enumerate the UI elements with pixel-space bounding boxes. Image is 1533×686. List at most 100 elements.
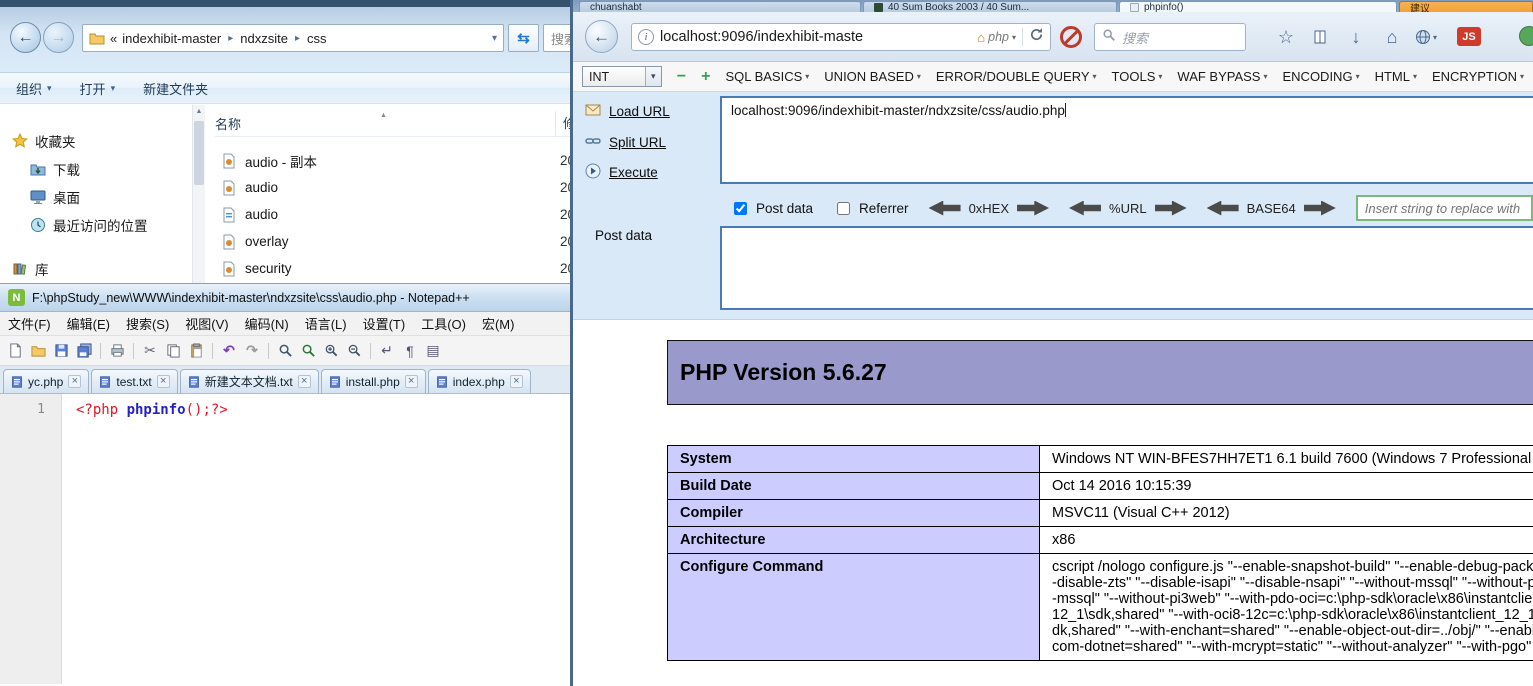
hex-encode-control[interactable]: 0xHEX xyxy=(929,201,1049,216)
code-editor[interactable]: 1 <?php phpinfo();?> xyxy=(0,394,570,684)
cut-icon[interactable]: ✂ xyxy=(140,341,160,361)
print-icon[interactable] xyxy=(107,341,127,361)
file-row[interactable]: overlay 20 xyxy=(215,228,570,255)
file-row[interactable]: audio 20 xyxy=(215,201,570,228)
bookmark-star-icon[interactable]: ☆ xyxy=(1273,25,1299,49)
nav-item-libraries[interactable]: 库 xyxy=(0,255,192,283)
content-block-icon[interactable] xyxy=(1060,26,1082,48)
undo-icon[interactable]: ↶ xyxy=(219,341,239,361)
open-file-icon[interactable] xyxy=(28,341,48,361)
zoom-out-icon[interactable] xyxy=(344,341,364,361)
menu-language[interactable]: 语言(L) xyxy=(297,314,355,333)
menu-file[interactable]: 文件(F) xyxy=(0,314,59,333)
address-bar[interactable]: « indexhibit-master ▸ ndxzsite ▸ css ▾ xyxy=(82,24,504,52)
reload-icon[interactable] xyxy=(1029,27,1044,47)
menu-tools[interactable]: 工具(O) xyxy=(413,314,474,333)
scrollbar-up-icon[interactable]: ▲ xyxy=(193,105,205,119)
file-row[interactable]: security 20 xyxy=(215,255,570,282)
url-encode-control[interactable]: %URL xyxy=(1069,201,1187,216)
paste-icon[interactable] xyxy=(186,341,206,361)
editor-tab[interactable]: install.php × xyxy=(321,369,426,393)
increment-icon[interactable]: + xyxy=(701,69,710,85)
nav-pane-scrollbar[interactable]: ▲ xyxy=(192,105,205,283)
bookmarks-panel-icon[interactable] xyxy=(1307,25,1333,49)
nav-item-downloads[interactable]: 下载 xyxy=(0,155,192,183)
menu-settings[interactable]: 设置(T) xyxy=(355,314,414,333)
open-menu[interactable]: 打开▾ xyxy=(80,79,116,98)
save-all-icon[interactable] xyxy=(74,341,94,361)
copy-icon[interactable] xyxy=(163,341,183,361)
globe-proxy-icon[interactable]: ▾ xyxy=(1413,25,1439,49)
url-text[interactable]: localhost:9096/indexhibit-maste xyxy=(660,29,971,45)
decrement-icon[interactable]: − xyxy=(677,69,686,85)
refresh-button[interactable]: ⇆ xyxy=(508,24,539,52)
arrow-left-icon[interactable] xyxy=(929,201,961,216)
partially-visible-addon-icon[interactable] xyxy=(1519,26,1533,46)
column-header-modified[interactable]: 修改日期 xyxy=(555,111,570,137)
menu-encoding[interactable]: ENCODING▾ xyxy=(1283,69,1360,84)
home-icon[interactable]: ⌂ xyxy=(1379,25,1405,49)
arrow-right-icon[interactable] xyxy=(1017,201,1049,216)
browser-tab[interactable]: chuanshabt xyxy=(579,1,861,12)
new-file-icon[interactable] xyxy=(5,341,25,361)
arrow-left-icon[interactable] xyxy=(1069,201,1101,216)
menu-waf-bypass[interactable]: WAF BYPASS▾ xyxy=(1177,69,1267,84)
zoom-in-icon[interactable] xyxy=(321,341,341,361)
post-data-textarea[interactable] xyxy=(720,226,1533,310)
execute-button[interactable]: Execute xyxy=(585,163,658,182)
hackbar-url-textarea[interactable]: localhost:9096/indexhibit-master/ndxzsit… xyxy=(720,96,1533,184)
word-wrap-icon[interactable]: ↵ xyxy=(377,341,397,361)
menu-encoding[interactable]: 编码(N) xyxy=(237,314,297,333)
increment-type-select[interactable]: INT ▾ xyxy=(582,66,662,87)
arrow-right-icon[interactable] xyxy=(1155,201,1187,216)
nav-item-desktop[interactable]: 桌面 xyxy=(0,183,192,211)
menu-search[interactable]: 搜索(S) xyxy=(118,314,177,333)
close-icon[interactable]: × xyxy=(157,375,170,388)
notepadpp-titlebar[interactable]: N F:\phpStudy_new\WWW\indexhibit-master\… xyxy=(0,284,570,312)
breadcrumb-crumb[interactable]: ndxzsite xyxy=(240,31,288,46)
menu-sql-basics[interactable]: SQL BASICS▾ xyxy=(725,69,809,84)
replace-string-input[interactable] xyxy=(1356,195,1533,221)
document-map-icon[interactable]: ▤ xyxy=(423,341,443,361)
post-data-checkbox[interactable]: Post data xyxy=(730,199,813,218)
downloads-icon[interactable]: ↓ xyxy=(1343,25,1369,49)
browser-tab-active[interactable]: phpinfo() xyxy=(1119,1,1397,12)
referrer-checkbox-input[interactable] xyxy=(837,202,850,215)
save-icon[interactable] xyxy=(51,341,71,361)
close-icon[interactable]: × xyxy=(298,375,311,388)
site-info-icon[interactable]: i xyxy=(638,29,654,45)
file-row[interactable]: audio 20 xyxy=(215,174,570,201)
close-icon[interactable]: × xyxy=(405,375,418,388)
editor-tab[interactable]: 新建文本文档.txt × xyxy=(180,369,319,393)
url-bar[interactable]: i localhost:9096/indexhibit-maste ⌂ php … xyxy=(631,23,1051,51)
find-icon[interactable] xyxy=(275,341,295,361)
close-icon[interactable]: × xyxy=(510,375,523,388)
menu-encryption[interactable]: ENCRYPTION▾ xyxy=(1432,69,1524,84)
browser-tab[interactable]: 40 Sum Books 2003 / 40 Sum... xyxy=(863,1,1117,12)
base64-encode-control[interactable]: BASE64 xyxy=(1207,201,1336,216)
menu-tools[interactable]: TOOLS▾ xyxy=(1112,69,1163,84)
breadcrumb-crumb[interactable]: indexhibit-master xyxy=(122,31,221,46)
redo-icon[interactable]: ↷ xyxy=(242,341,262,361)
menu-macro[interactable]: 宏(M) xyxy=(474,314,523,333)
load-url-button[interactable]: Load URL xyxy=(585,102,670,121)
back-button[interactable]: ← xyxy=(585,20,618,53)
menu-edit[interactable]: 编辑(E) xyxy=(59,314,118,333)
column-header-name[interactable]: 名称 xyxy=(215,114,241,133)
menu-html[interactable]: HTML▾ xyxy=(1375,69,1417,84)
js-toggle-badge[interactable]: JS xyxy=(1457,27,1481,46)
close-icon[interactable]: × xyxy=(68,375,81,388)
new-folder-button[interactable]: 新建文件夹 xyxy=(143,79,208,98)
browser-search-input[interactable]: 搜索 xyxy=(1094,23,1246,51)
menu-view[interactable]: 视图(V) xyxy=(177,314,236,333)
menu-union-based[interactable]: UNION BASED▾ xyxy=(824,69,921,84)
nav-item-favorites[interactable]: 收藏夹 xyxy=(0,127,192,155)
file-row[interactable]: audio - 副本 20 xyxy=(215,147,570,174)
forward-button[interactable]: → xyxy=(43,22,74,53)
keyword-badge[interactable]: ⌂ php ▾ xyxy=(977,30,1016,45)
editor-tab[interactable]: index.php × xyxy=(428,369,531,393)
breadcrumb-overflow[interactable]: « xyxy=(110,31,117,46)
address-dropdown-icon[interactable]: ▾ xyxy=(492,33,497,44)
show-symbols-icon[interactable]: ¶ xyxy=(400,341,420,361)
organize-menu[interactable]: 组织▾ xyxy=(16,79,52,98)
